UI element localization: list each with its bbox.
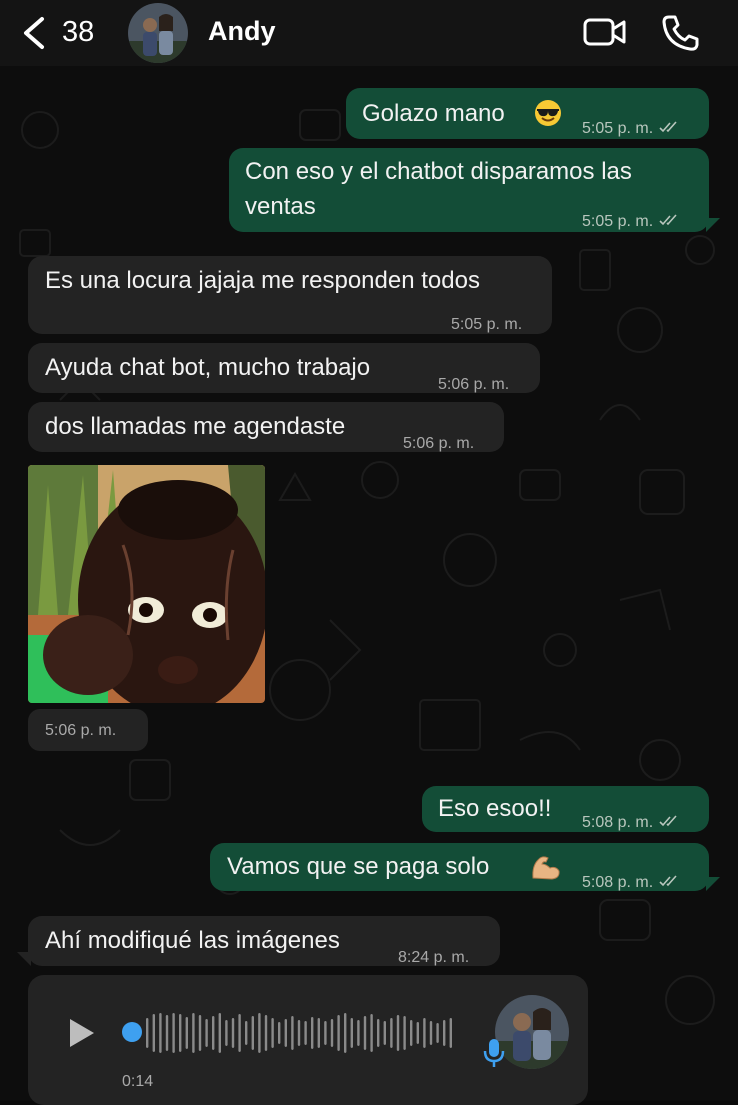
message-text-line: Con eso y el chatbot disparamos las [245,158,632,185]
message-timestamp: 8:24 p. m. [398,949,470,966]
phone-icon[interactable] [660,13,700,58]
incoming-message[interactable]: Es una locura jajaja me responden todos … [28,256,552,334]
incoming-message[interactable]: dos llamadas me agendaste 5:06 p. m. [28,402,504,452]
bubble-tail [17,952,31,966]
read-receipt-icon [659,204,681,239]
image-timestamp-chip: 5:06 p. m. [28,709,148,751]
bubble-tail [706,218,720,232]
outgoing-message[interactable]: Vamos que se paga solo 5:08 p. m. [210,843,709,891]
voice-sender-avatar [495,995,569,1069]
read-receipt-icon [659,111,681,146]
message-timestamp: 5:05 p. m. [582,111,681,146]
microphone-icon [483,1037,505,1074]
message-text: Ahí modifiqué las imágenes [45,927,340,954]
message-text: Vamos que se paga solo [227,853,490,880]
incoming-message[interactable]: Ayuda chat bot, mucho trabajo 5:06 p. m. [28,343,540,393]
unread-count[interactable]: 38 [62,16,94,49]
outgoing-message[interactable]: Eso esoo!! 5:08 p. m. [422,786,709,832]
message-text: Eso esoo!! [438,795,552,822]
message-text: Golazo mano [362,100,505,127]
playback-scrubber-handle[interactable] [122,1022,142,1042]
bubble-tail [706,877,720,891]
incoming-message[interactable]: Ahí modifiqué las imágenes 8:24 p. m. [28,916,500,966]
chat-header: 38 Andy [0,0,738,66]
voice-duration: 0:14 [122,1073,154,1090]
message-timestamp: 5:08 p. m. [582,865,681,900]
flexed-biceps-emoji-icon [530,852,562,892]
avatar[interactable] [128,3,188,63]
sunglasses-emoji-icon [533,98,563,138]
message-timestamp: 5:05 p. m. [582,204,681,239]
read-receipt-icon [659,865,681,900]
read-receipt-icon [659,805,681,840]
message-text-line: ventas [245,193,316,220]
message-timestamp: 5:08 p. m. [582,805,681,840]
voice-message[interactable]: 0:14 [28,975,588,1105]
contact-name[interactable]: Andy [208,16,276,47]
outgoing-message[interactable]: Con eso y el chatbot disparamos las vent… [229,148,709,232]
message-text: Es una locura jajaja me responden todos [45,267,480,294]
chevron-left-icon[interactable] [18,16,46,55]
message-timestamp: 5:05 p. m. [451,316,523,333]
audio-waveform[interactable] [146,1011,466,1060]
play-icon[interactable] [66,1017,98,1054]
message-timestamp: 5:06 p. m. [45,722,117,739]
image-message[interactable] [28,465,265,703]
video-camera-icon[interactable] [583,16,627,53]
message-timestamp: 5:06 p. m. [403,435,475,452]
outgoing-message[interactable]: Golazo mano 5:05 p. m. [346,88,709,139]
message-text: dos llamadas me agendaste [45,413,346,440]
message-text: Ayuda chat bot, mucho trabajo [45,354,371,381]
message-timestamp: 5:06 p. m. [438,376,510,393]
